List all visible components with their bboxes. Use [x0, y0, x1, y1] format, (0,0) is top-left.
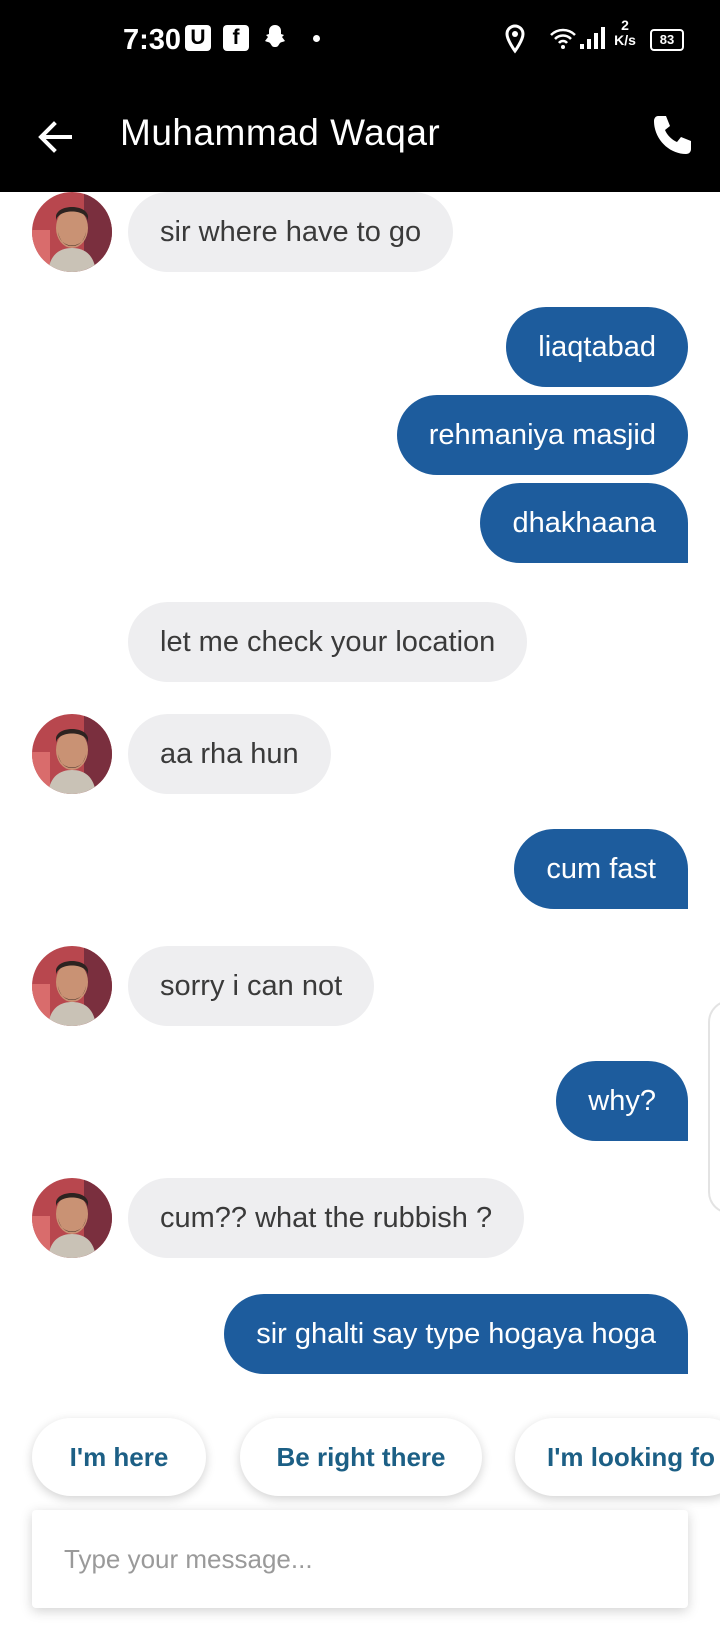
outgoing-message[interactable]: dhakhaana	[480, 483, 688, 563]
outgoing-message[interactable]: sir ghalti say type hogaya hoga	[224, 1294, 688, 1374]
incoming-message[interactable]: sorry i can not	[128, 946, 375, 1026]
incoming-message[interactable]: sir where have to go	[128, 192, 454, 272]
quick-reply-im-looking[interactable]: I'm looking fo	[515, 1418, 720, 1496]
incoming-message[interactable]: aa rha hun	[128, 714, 331, 794]
network-speed-unit: K/s	[614, 32, 636, 48]
phone-icon[interactable]	[648, 112, 696, 160]
message-composer	[32, 1510, 688, 1608]
u-app-icon: U	[185, 25, 211, 51]
message-input[interactable]	[32, 1510, 688, 1608]
outgoing-message[interactable]: liaqtabad	[506, 307, 688, 387]
avatar[interactable]	[32, 946, 112, 1026]
quick-reply-be-right-there[interactable]: Be right there	[240, 1418, 482, 1496]
avatar[interactable]	[32, 1178, 112, 1258]
status-bar: 7:30 U f 2 K/s 83	[0, 0, 720, 82]
avatar[interactable]	[32, 714, 112, 794]
network-speed-value: 2	[621, 17, 629, 33]
status-time: 7:30	[123, 24, 182, 56]
outgoing-message[interactable]: rehmaniya masjid	[396, 395, 688, 475]
avatar[interactable]	[32, 192, 112, 272]
snapchat-icon	[265, 25, 285, 47]
edge-panel-handle[interactable]	[708, 1000, 720, 1214]
facebook-icon: f	[223, 25, 249, 51]
incoming-message[interactable]: let me check your location	[128, 602, 528, 682]
message-list[interactable]: sir where have to go liaqtabad rehmaniya m…	[0, 192, 720, 1402]
outgoing-message[interactable]: why?	[556, 1061, 688, 1141]
signal-icon	[580, 27, 605, 49]
arrow-left-icon[interactable]	[34, 116, 76, 158]
page-title: Muhammad Waqar	[120, 112, 441, 153]
battery-icon: 83	[650, 29, 684, 51]
incoming-message[interactable]: cum?? what the rubbish ?	[128, 1178, 525, 1258]
outgoing-message[interactable]: cum fast	[514, 829, 688, 909]
location-icon	[505, 24, 525, 54]
wifi-icon	[550, 28, 576, 49]
quick-reply-im-here[interactable]: I'm here	[32, 1418, 206, 1496]
chat-header: Muhammad Waqar	[0, 82, 720, 192]
network-speed: 2 K/s	[611, 18, 639, 48]
notification-dot	[313, 35, 320, 42]
